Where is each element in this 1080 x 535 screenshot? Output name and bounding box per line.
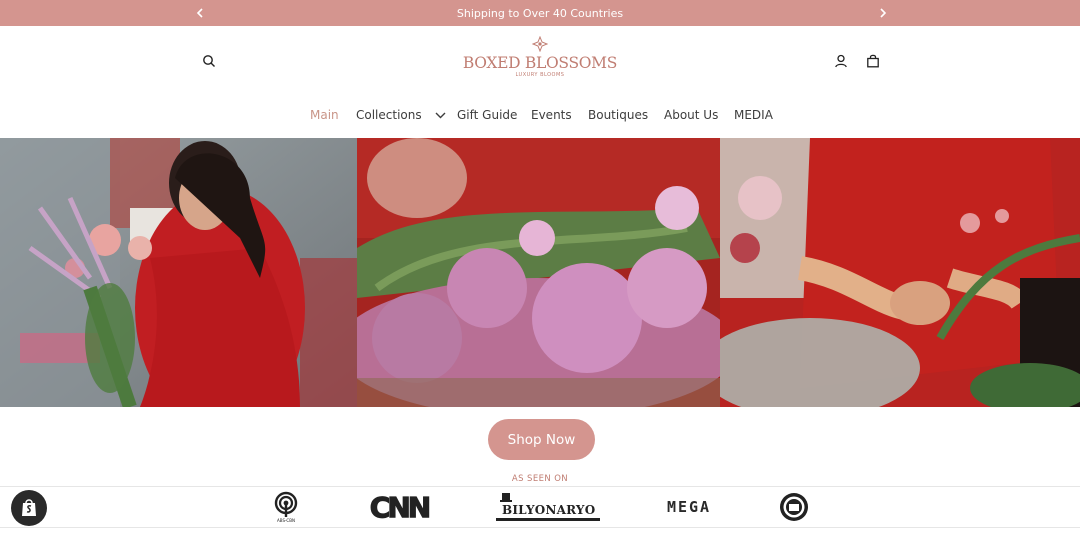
bilyonaryo-logo-text: BILYONARYO bbox=[502, 503, 596, 517]
announcement-next-button[interactable] bbox=[870, 0, 896, 26]
brand-name: BOXED BLOSSOMS bbox=[462, 54, 618, 72]
nav-item-about-us[interactable]: About Us bbox=[664, 108, 718, 122]
flower-emblem-icon bbox=[532, 36, 548, 52]
nav-item-events[interactable]: Events bbox=[531, 108, 572, 122]
cnn-logo: CNN bbox=[364, 487, 434, 527]
shop-now-button[interactable]: Shop Now bbox=[488, 419, 595, 460]
user-icon bbox=[835, 54, 847, 68]
cart-button[interactable] bbox=[863, 51, 883, 71]
hero-image-florist-arranging bbox=[720, 138, 1080, 407]
abs-cbn-logo: ABS-CBN bbox=[268, 487, 304, 527]
nav-item-main[interactable]: Main bbox=[310, 108, 339, 122]
mega-logo: MEGA bbox=[666, 487, 712, 527]
shopify-badge-button[interactable] bbox=[11, 490, 47, 526]
chevron-down-icon bbox=[435, 112, 446, 119]
announcement-prev-button[interactable] bbox=[187, 0, 213, 26]
nav-item-collections[interactable]: Collections bbox=[356, 108, 446, 122]
nav-item-media[interactable]: MEDIA bbox=[734, 108, 773, 122]
announcement-text: Shipping to Over 40 Countries bbox=[456, 6, 624, 20]
chevron-left-icon bbox=[196, 8, 203, 18]
nav-item-collections-label: Collections bbox=[356, 108, 422, 122]
bilyonaryo-logo: BILYONARYO bbox=[494, 487, 602, 527]
abs-cbn-logo-text: ABS-CBN bbox=[277, 518, 295, 523]
hero-gallery bbox=[0, 138, 1080, 407]
search-icon bbox=[203, 55, 215, 67]
nav-item-gift-guide[interactable]: Gift Guide bbox=[457, 108, 517, 122]
nav-item-boutiques[interactable]: Boutiques bbox=[588, 108, 648, 122]
shopping-bag-icon bbox=[867, 54, 879, 68]
as-seen-on-heading: AS SEEN ON bbox=[511, 474, 569, 484]
announcement-bar: Shipping to Over 40 Countries bbox=[0, 0, 1080, 26]
brand-tagline: LUXURY BLOOMS bbox=[515, 72, 565, 78]
main-nav: Main Collections Gift Guide Events Bouti… bbox=[0, 108, 1080, 128]
mega-logo-text: MEGA bbox=[666, 498, 712, 516]
top-hat-icon bbox=[500, 493, 512, 502]
brand-logo[interactable]: BOXED BLOSSOMS LUXURY BLOOMS bbox=[440, 36, 640, 86]
shopify-bag-icon bbox=[22, 499, 36, 516]
site-header: BOXED BLOSSOMS LUXURY BLOOMS Main Collec… bbox=[0, 26, 1080, 138]
hero-image-flower-closeup bbox=[357, 138, 720, 407]
cnn-logo-text: CNN bbox=[369, 490, 432, 524]
press-logos-strip: ABS-CBN CNN BILYONARYO MEGA bbox=[0, 486, 1080, 528]
search-button[interactable] bbox=[199, 51, 219, 71]
chevron-right-icon bbox=[880, 8, 887, 18]
hero-image-florist-portrait bbox=[0, 138, 357, 407]
seal-logo bbox=[778, 487, 810, 527]
account-button[interactable] bbox=[831, 51, 851, 71]
